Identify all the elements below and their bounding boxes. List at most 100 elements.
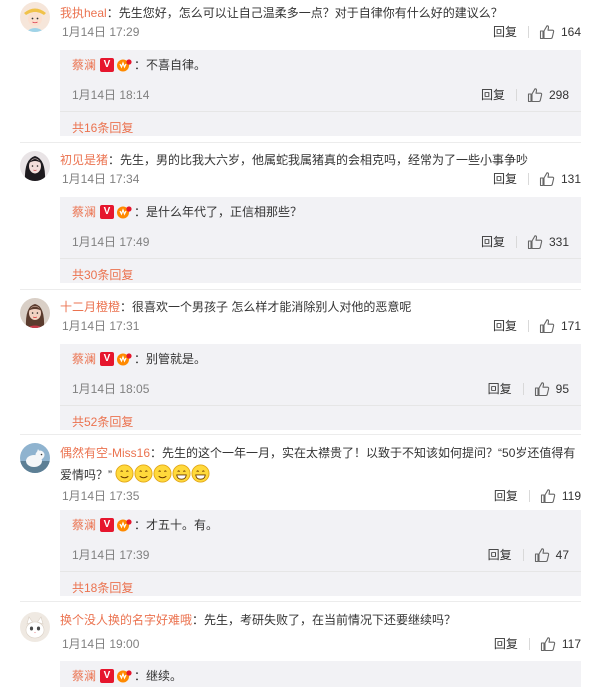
action-divider: [527, 26, 529, 38]
comment-actions: 回复 117: [494, 635, 581, 653]
comment-text: ：先生您好，怎么可以让自己温柔多一点？对于自律你有什么好的建议么？: [106, 6, 503, 20]
reply-actions: 回复 331: [481, 233, 569, 251]
comment-actions: 回复 131: [493, 170, 581, 188]
thumbs-up-icon[interactable]: [527, 87, 543, 103]
more-replies-link[interactable]: 共16条回复: [72, 119, 133, 137]
verified-v-icon: V: [100, 352, 115, 366]
reply-username[interactable]: 蔡澜: [72, 516, 96, 534]
action-divider: [515, 89, 517, 101]
like-count: 164: [560, 25, 581, 39]
avatar[interactable]: [20, 443, 50, 473]
action-divider: [527, 320, 529, 332]
reply-time: 1月14日 18:05: [72, 382, 150, 396]
action-divider: [522, 383, 524, 395]
avatar[interactable]: [20, 151, 50, 181]
verified-v-icon: V: [100, 518, 115, 532]
reply-button[interactable]: 回复: [494, 487, 518, 505]
thumbs-up-icon[interactable]: [539, 171, 555, 187]
comment-item: 十二月橙橙：很喜欢一个男孩子 怎么样才能消除别人对他的恶意呢 1月14日 17:…: [0, 294, 595, 434]
reply-text-block: 蔡澜 V ：是什么年代了，正信相那些？: [72, 203, 303, 221]
member-crown-icon: [116, 205, 132, 219]
reply-username[interactable]: 蔡澜: [72, 350, 96, 368]
thumbs-up-icon[interactable]: [539, 318, 555, 334]
verified-v-icon: V: [100, 58, 115, 72]
reply-text: 别管就是。: [146, 352, 207, 366]
reply-username[interactable]: 蔡澜: [72, 203, 96, 221]
verified-v-icon: V: [100, 669, 115, 683]
comment-separator: [20, 434, 581, 435]
grin-emoji: [172, 464, 191, 483]
comment-item: 我执heal：先生您好，怎么可以让自己温柔多一点？对于自律你有什么好的建议么？ …: [0, 0, 595, 140]
comment-text-block: 我执heal：先生您好，怎么可以让自己温柔多一点？对于自律你有什么好的建议么？: [60, 2, 581, 24]
comment-username[interactable]: 换个没人换的名字好难哦: [60, 613, 192, 627]
comment-username[interactable]: 我执heal: [60, 6, 107, 20]
comment-text-block: 初见是猪：先生，男的比我大六岁，他属蛇我属猪真的会相克吗，经常为了一些小事争吵: [60, 149, 581, 171]
comment-text: ：很喜欢一个男孩子 怎么样才能消除别人对他的恶意呢: [120, 300, 412, 314]
reply-text: 不喜自律。: [146, 58, 207, 72]
author-reply-box: 蔡澜 V ：继续。: [60, 661, 581, 687]
reply-text: 继续。: [146, 669, 183, 683]
author-reply-box: 蔡澜 V ：是什么年代了，正信相那些？ 1月14日 17:49 回复 331 共…: [60, 197, 581, 283]
reply-text-block: 蔡澜 V ：才五十。有。: [72, 516, 219, 534]
reply-button[interactable]: 回复: [481, 233, 505, 251]
comment-username[interactable]: 十二月橙橙: [60, 300, 120, 314]
action-divider: [528, 490, 530, 502]
reply-username[interactable]: 蔡澜: [72, 56, 96, 74]
avatar[interactable]: [20, 2, 50, 32]
divider: [60, 571, 581, 572]
reply-button[interactable]: 回复: [488, 546, 512, 564]
reply-button[interactable]: 回复: [493, 170, 517, 188]
like-count: 117: [561, 637, 581, 651]
divider: [60, 111, 581, 112]
thumbs-up-icon[interactable]: [527, 234, 543, 250]
comment-text: ：先生，男的比我大六岁，他属蛇我属猪真的会相克吗，经常为了一些小事争吵: [108, 153, 529, 167]
reply-username[interactable]: 蔡澜: [72, 667, 96, 685]
comment-time: 1月14日 17:34: [62, 172, 140, 186]
comment-meta: 1月14日 17:29 回复 164: [60, 23, 581, 41]
comment-text-cont: 爱情吗？”: [60, 468, 112, 482]
reply-meta: 1月14日 18:05 回复 95: [72, 380, 569, 398]
like-count: 298: [548, 88, 569, 102]
avatar[interactable]: [20, 612, 50, 642]
comment-text: ：先生的这个一年一月，实在太襟贵了！以致于不知该如何提问？“50岁还值得有: [150, 446, 576, 460]
member-crown-icon: [116, 352, 132, 366]
comment-username[interactable]: 偶然有空-Miss16: [60, 446, 150, 460]
avatar[interactable]: [20, 298, 50, 328]
more-replies-link[interactable]: 共52条回复: [72, 413, 133, 431]
like-count: 131: [560, 172, 581, 186]
reply-meta: 1月14日 17:49 回复 331: [72, 233, 569, 251]
reply-text-block: 蔡澜 V ：不喜自律。: [72, 56, 207, 74]
reply-button[interactable]: 回复: [488, 380, 512, 398]
reply-button[interactable]: 回复: [493, 317, 517, 335]
divider: [60, 258, 581, 259]
reply-actions: 回复 298: [481, 86, 569, 104]
thumbs-up-icon[interactable]: [534, 381, 550, 397]
more-replies-link[interactable]: 共18条回复: [72, 579, 133, 597]
comment-item: 换个没人换的名字好难哦：先生，考研失败了，在当前情况下还要继续吗？ 1月14日 …: [0, 607, 595, 687]
comment-separator: [20, 601, 581, 602]
reply-text-block: 蔡澜 V ：继续。: [72, 667, 183, 685]
comment-time: 1月14日 17:35: [62, 489, 140, 503]
thumbs-up-icon[interactable]: [534, 547, 550, 563]
reply-time: 1月14日 17:39: [72, 548, 150, 562]
reply-button[interactable]: 回复: [481, 86, 505, 104]
comment-separator: [20, 289, 581, 290]
thumbs-up-icon[interactable]: [540, 488, 556, 504]
comment-actions: 回复 119: [494, 487, 581, 505]
more-replies-link[interactable]: 共30条回复: [72, 266, 133, 284]
comment-separator: [20, 142, 581, 143]
comment-meta: 1月14日 17:31 回复 171: [60, 317, 581, 335]
comment-text-block: 十二月橙橙：很喜欢一个男孩子 怎么样才能消除别人对他的恶意呢: [60, 296, 581, 318]
comment-feed: 我执heal：先生您好，怎么可以让自己温柔多一点？对于自律你有什么好的建议么？ …: [0, 0, 595, 687]
reply-button[interactable]: 回复: [494, 635, 518, 653]
reply-text: 是什么年代了，正信相那些？: [146, 205, 303, 219]
author-reply-box: 蔡澜 V ：不喜自律。 1月14日 18:14 回复 298 共16条回复: [60, 50, 581, 136]
thumbs-up-icon[interactable]: [539, 24, 555, 40]
thumbs-up-icon[interactable]: [540, 636, 556, 652]
like-count: 47: [555, 548, 569, 562]
awkward-smile-emoji: [153, 464, 172, 483]
comment-username[interactable]: 初见是猪: [60, 153, 108, 167]
comment-actions: 回复 171: [493, 317, 581, 335]
reply-button[interactable]: 回复: [493, 23, 517, 41]
reply-text: 才五十。有。: [146, 518, 219, 532]
